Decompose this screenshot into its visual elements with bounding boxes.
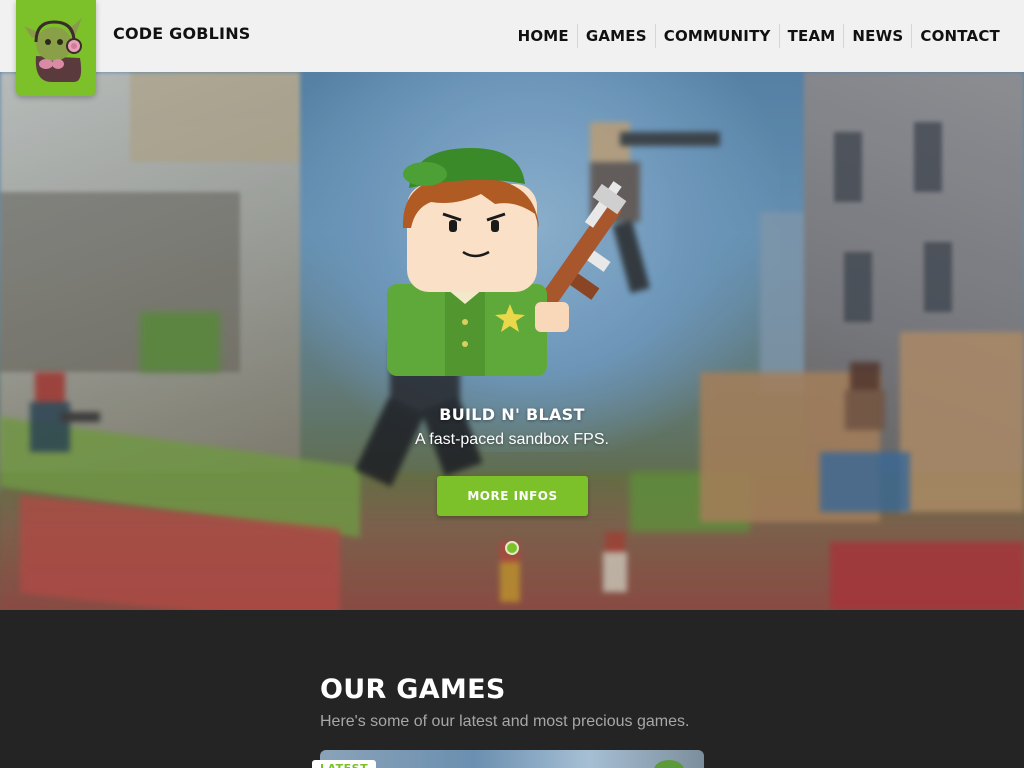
nav-team[interactable]: TEAM: [778, 24, 844, 48]
more-infos-button[interactable]: MORE INFOS: [437, 476, 588, 516]
section-title: OUR GAMES: [320, 674, 506, 705]
our-games-section: OUR GAMES Here's some of our latest and …: [0, 610, 1024, 768]
slide-title: BUILD N' BLAST: [439, 405, 585, 424]
nav-community[interactable]: COMMUNITY: [654, 24, 779, 48]
latest-badge: LATEST: [312, 760, 377, 768]
game-card[interactable]: [320, 750, 704, 768]
slider-dot-active[interactable]: [505, 541, 519, 555]
goblin-mascot-icon: [24, 18, 82, 82]
nav-games[interactable]: GAMES: [576, 24, 655, 48]
logo[interactable]: [16, 0, 96, 96]
hero-slider: BUILD N' BLAST A fast-paced sandbox FPS.…: [0, 72, 1024, 610]
site-header: CODE GOBLINS HOME GAMES COMMUNITY TEAM N…: [0, 0, 1024, 72]
section-subtitle: Here's some of our latest and most preci…: [320, 713, 690, 730]
nav-contact[interactable]: CONTACT: [911, 24, 1008, 48]
brand-name[interactable]: CODE GOBLINS: [113, 24, 251, 43]
nav-home[interactable]: HOME: [510, 24, 577, 48]
slide-description: A fast-paced sandbox FPS.: [415, 431, 609, 448]
nav-news[interactable]: NEWS: [843, 24, 911, 48]
hero-character: [387, 148, 627, 376]
main-nav: HOME GAMES COMMUNITY TEAM NEWS CONTACT: [510, 24, 1008, 48]
